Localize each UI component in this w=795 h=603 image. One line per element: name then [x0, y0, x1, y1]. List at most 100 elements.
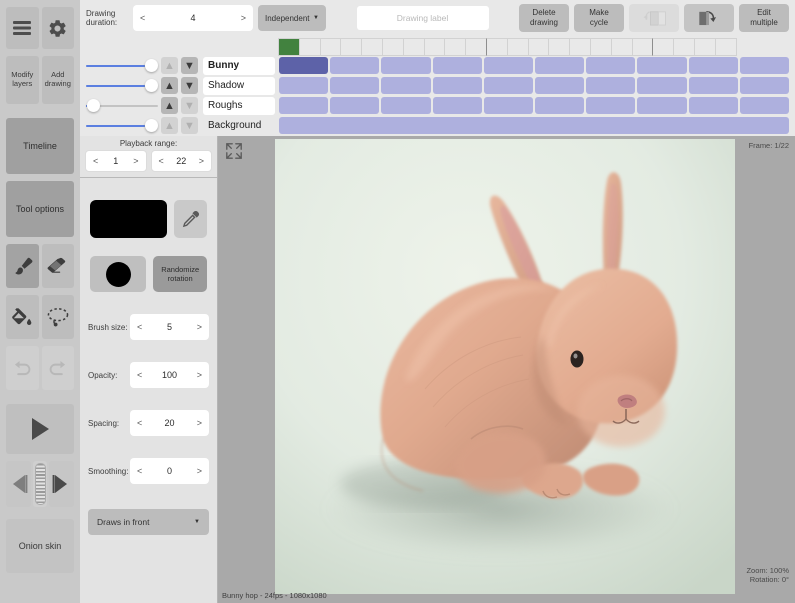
- ruler-cell[interactable]: [382, 38, 404, 56]
- drawing-cell[interactable]: [432, 97, 482, 114]
- layer-move-down-button[interactable]: ▼: [181, 97, 198, 114]
- drawing-cell[interactable]: [586, 57, 636, 74]
- ruler-cell[interactable]: [299, 38, 321, 56]
- drawing-cell[interactable]: [483, 57, 534, 74]
- modify-layers-button[interactable]: Modify layers: [6, 56, 39, 104]
- smoothing-increment[interactable]: >: [197, 466, 202, 476]
- ruler-cell[interactable]: [549, 38, 571, 56]
- slider-knob[interactable]: [145, 59, 158, 72]
- ruler-cell[interactable]: [570, 38, 591, 56]
- ruler-cell[interactable]: [445, 38, 467, 56]
- layer-track[interactable]: [279, 77, 790, 94]
- timeline-layer-row[interactable]: ▲ ▼ Background: [80, 116, 795, 135]
- drawing-cell[interactable]: [330, 97, 380, 114]
- layer-move-down-button[interactable]: ▼: [181, 117, 198, 134]
- layer-opacity-slider[interactable]: [86, 96, 158, 115]
- redo-button[interactable]: [41, 346, 74, 390]
- layer-opacity-slider[interactable]: [86, 116, 158, 135]
- playback-end-increment[interactable]: >: [199, 156, 204, 166]
- delete-drawing-button[interactable]: Delete drawing: [519, 4, 569, 32]
- drawing-cell[interactable]: [586, 97, 636, 114]
- drawing-cell[interactable]: [279, 97, 329, 114]
- tab-timeline[interactable]: Timeline: [6, 118, 74, 174]
- tool-fill-bucket-button[interactable]: [6, 295, 39, 339]
- ruler-cell[interactable]: [611, 38, 633, 56]
- play-button[interactable]: [6, 404, 74, 454]
- layer-move-up-button[interactable]: ▲: [161, 77, 178, 94]
- drawing-cell[interactable]: [483, 77, 534, 94]
- drawing-cell[interactable]: [432, 77, 482, 94]
- layer-opacity-slider[interactable]: [86, 76, 158, 95]
- layer-move-down-button[interactable]: ▼: [181, 57, 198, 74]
- layer-move-up-button[interactable]: ▲: [161, 57, 178, 74]
- ruler-cell[interactable]: [424, 38, 446, 56]
- drawing-cell[interactable]: [688, 97, 738, 114]
- opacity-increment[interactable]: >: [197, 370, 202, 380]
- timeline-layer-row[interactable]: ▲ ▼ Shadow: [80, 76, 795, 95]
- layer-name-field[interactable]: Roughs: [203, 96, 275, 115]
- layer-name-field[interactable]: Bunny: [203, 56, 275, 75]
- previous-frame-button[interactable]: [6, 461, 32, 507]
- selected-drawing-cell[interactable]: [279, 57, 329, 74]
- tool-lasso-select-button[interactable]: [41, 295, 74, 339]
- make-cycle-button[interactable]: Make cycle: [574, 4, 624, 32]
- timeline-layer-row[interactable]: ▲ ▼ Roughs: [80, 96, 795, 115]
- frame-scrubber-handle[interactable]: [33, 461, 47, 507]
- drawing-cell[interactable]: [279, 117, 789, 134]
- layer-opacity-slider[interactable]: [86, 56, 158, 75]
- drawing-cell[interactable]: [688, 57, 738, 74]
- ruler-cell[interactable]: [674, 38, 695, 56]
- add-drawing-button[interactable]: Add drawing: [41, 56, 74, 104]
- next-frame-button[interactable]: [48, 461, 75, 507]
- drawing-cell[interactable]: [330, 77, 380, 94]
- drawing-cell[interactable]: [330, 57, 380, 74]
- flip-pages-back-button[interactable]: [629, 4, 679, 32]
- hamburger-menu-button[interactable]: [6, 7, 39, 49]
- playback-end-stepper[interactable]: < 22 >: [150, 150, 212, 172]
- drawing-cell[interactable]: [535, 77, 585, 94]
- tool-brush-button[interactable]: [6, 244, 39, 288]
- playback-start-stepper[interactable]: < 1 >: [85, 150, 147, 172]
- layer-name-field[interactable]: Shadow: [203, 76, 275, 95]
- drawing-cell[interactable]: [739, 97, 790, 114]
- ruler-cell[interactable]: [715, 38, 737, 56]
- drawing-cell[interactable]: [535, 97, 585, 114]
- drawing-cell[interactable]: [637, 77, 687, 94]
- timeline-frame-ruler[interactable]: [278, 38, 789, 56]
- layer-move-up-button[interactable]: ▲: [161, 97, 178, 114]
- ruler-cell[interactable]: [507, 38, 529, 56]
- drawing-cell[interactable]: [432, 57, 482, 74]
- brush-tip-preview[interactable]: [90, 256, 147, 292]
- brush-size-stepper[interactable]: < 5 >: [130, 314, 209, 340]
- spacing-increment[interactable]: >: [197, 418, 202, 428]
- tab-tool-options[interactable]: Tool options: [6, 181, 74, 237]
- ruler-cell[interactable]: [590, 38, 612, 56]
- edit-multiple-button[interactable]: Edit multiple: [739, 4, 789, 32]
- layer-name-field[interactable]: Background: [203, 117, 275, 135]
- drawing-cell[interactable]: [279, 77, 329, 94]
- drawing-canvas[interactable]: [275, 139, 735, 594]
- drawing-cell[interactable]: [381, 77, 431, 94]
- ruler-cell[interactable]: [486, 38, 508, 56]
- smoothing-stepper[interactable]: < 0 >: [130, 458, 209, 484]
- drawing-cell[interactable]: [688, 77, 738, 94]
- drawing-cell[interactable]: [483, 97, 534, 114]
- flip-pages-forward-button[interactable]: [684, 4, 734, 32]
- drawing-cell[interactable]: [535, 57, 585, 74]
- canvas-area[interactable]: Frame: 1/22 Zoom: 100% Rotation: 0° Bunn…: [218, 136, 795, 603]
- opacity-stepper[interactable]: < 100 >: [130, 362, 209, 388]
- ruler-cell[interactable]: [653, 38, 675, 56]
- onion-skin-button[interactable]: Onion skin: [6, 519, 74, 573]
- ruler-cell[interactable]: [632, 38, 654, 56]
- draw-order-dropdown[interactable]: Draws in front ▼: [88, 509, 209, 535]
- drawing-cell[interactable]: [739, 57, 790, 74]
- drawing-duration-stepper[interactable]: < 4 >: [133, 5, 253, 31]
- ruler-cell[interactable]: [528, 38, 550, 56]
- spacing-stepper[interactable]: < 20 >: [130, 410, 209, 436]
- slider-knob[interactable]: [87, 99, 101, 112]
- drawing-cell[interactable]: [381, 97, 431, 114]
- ruler-cell[interactable]: [694, 38, 716, 56]
- playhead-marker[interactable]: [278, 38, 300, 56]
- ruler-cell[interactable]: [403, 38, 425, 56]
- drawing-cell[interactable]: [381, 57, 431, 74]
